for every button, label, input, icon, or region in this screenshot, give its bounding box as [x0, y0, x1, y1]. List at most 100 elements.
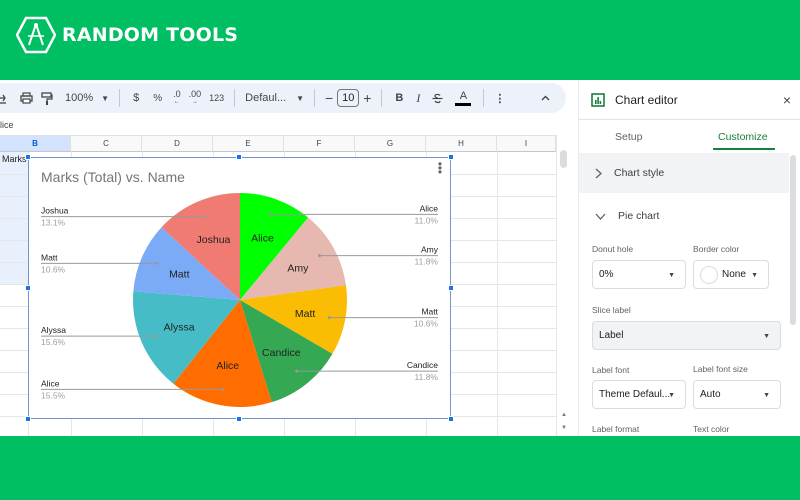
border-color-label: Border color: [693, 244, 740, 254]
scroll-down-arrow[interactable]: ▼: [557, 422, 571, 434]
text-color-button[interactable]: A: [449, 86, 477, 110]
increase-font-size-button[interactable]: +: [359, 86, 375, 110]
label-font-select[interactable]: Theme Defaul... ▼: [592, 380, 686, 409]
scrollbar-thumb[interactable]: [560, 150, 567, 168]
arrow-left-icon: ←: [173, 99, 180, 105]
decrease-decimal-label: .0: [173, 89, 181, 99]
chart-editor-header: Chart editor ×: [579, 80, 800, 120]
caret-down-icon: ▼: [296, 93, 305, 103]
arrow-right-icon: →: [191, 99, 198, 105]
caret-down-icon: ▼: [668, 392, 675, 399]
import-button[interactable]: [0, 86, 10, 110]
strikethrough-button[interactable]: [426, 86, 449, 110]
donut-hole-select[interactable]: 0% ▼: [592, 260, 686, 289]
legend-percent: 15.5%: [41, 390, 66, 400]
number-format-button[interactable]: 123: [205, 86, 228, 110]
slice-label: Alyssa: [164, 321, 195, 333]
editor-scrollbar[interactable]: [790, 155, 796, 325]
caret-down-icon: ▼: [763, 392, 770, 399]
increase-decimal-button[interactable]: .00 →: [185, 86, 206, 110]
print-button[interactable]: [16, 86, 37, 110]
label-font-size-select[interactable]: Auto ▼: [693, 380, 781, 409]
leader-dot: [269, 212, 273, 216]
currency-button[interactable]: $: [126, 86, 146, 110]
close-icon[interactable]: ×: [783, 92, 791, 108]
active-tab-indicator: [713, 148, 775, 150]
percent-button[interactable]: %: [146, 86, 169, 110]
donut-hole-value: 0%: [599, 269, 614, 280]
formula-bar[interactable]: lice: [0, 116, 566, 134]
font-size-input[interactable]: 10: [337, 89, 360, 107]
legend-name: Candice: [407, 360, 438, 370]
chevron-right-icon: [595, 168, 602, 178]
decrease-decimal-button[interactable]: .0 ←: [169, 86, 185, 110]
cell-b1[interactable]: Marks: [2, 154, 27, 164]
slice-label: Matt: [169, 268, 190, 280]
legend-percent: 10.6%: [414, 319, 439, 329]
slice-label-label: Slice label: [592, 305, 631, 315]
zoom-select[interactable]: 100% ▼: [61, 86, 113, 110]
scroll-up-arrow[interactable]: ▲: [557, 409, 571, 421]
column-header-f[interactable]: F: [284, 135, 355, 152]
pie-chart-canvas: Alice Amy Matt Candice Alice Alyssa Matt Joshua…: [41, 193, 439, 407]
legend-name: Alyssa: [41, 325, 66, 335]
tab-customize[interactable]: Customize: [718, 131, 768, 143]
leader-dot: [155, 334, 159, 338]
column-header-g[interactable]: G: [355, 135, 426, 152]
legend-percent: 10.6%: [41, 264, 66, 274]
column-header-i[interactable]: I: [497, 135, 556, 152]
divider: [234, 89, 236, 107]
decrease-font-size-button[interactable]: −: [321, 86, 337, 110]
column-header-c[interactable]: C: [71, 135, 142, 152]
section-pie-chart: Pie chart Donut hole 0% ▼ Border color N…: [581, 196, 789, 436]
collapse-toolbar-button[interactable]: [537, 86, 554, 110]
chart-icon: [591, 92, 605, 107]
leader-dot: [317, 254, 321, 258]
tab-setup[interactable]: Setup: [615, 131, 642, 143]
section-chart-style[interactable]: Chart style: [579, 153, 789, 193]
paint-format-button[interactable]: [37, 86, 57, 110]
text-color-label: A: [459, 89, 468, 102]
pie-chart-label: Pie chart: [618, 210, 660, 222]
label-font-size-label: Label font size: [693, 364, 748, 374]
column-header-e[interactable]: E: [213, 135, 284, 152]
label-font-label: Label font: [592, 365, 630, 375]
leader-dot: [202, 215, 206, 219]
resize-handle-tc[interactable]: [236, 154, 242, 160]
leader-dot: [155, 261, 159, 265]
slice-label: Alice: [216, 360, 239, 372]
resize-handle-tr[interactable]: [448, 154, 454, 160]
slice-label-select[interactable]: Label ▼: [592, 321, 781, 350]
border-color-select[interactable]: None ▼: [693, 260, 769, 289]
brand-header: RANDOM TOOLS: [16, 16, 238, 54]
resize-handle-mr[interactable]: [448, 285, 454, 291]
paint-roller-icon: [41, 91, 53, 105]
pie-chart[interactable]: Marks (Total) vs. Name • • • Alice Amy Matt C…: [25, 154, 454, 422]
resize-handle-br[interactable]: [448, 416, 454, 422]
legend-percent: 11.8%: [415, 257, 439, 267]
bold-button[interactable]: B: [388, 86, 410, 110]
border-color-value: None: [722, 269, 746, 280]
more-options-button[interactable]: ⋮: [490, 86, 509, 110]
legend-percent: 11.0%: [415, 215, 439, 225]
resize-handle-tl[interactable]: [25, 154, 31, 160]
color-swatch: [700, 265, 718, 284]
font-select[interactable]: Defaul... ▼: [241, 86, 308, 110]
resize-handle-bc[interactable]: [236, 416, 242, 422]
app-window: 100% ▼ $ % .0 ← .00 → 123 Defaul... ▼ − …: [0, 80, 800, 436]
column-header-d[interactable]: D: [142, 135, 213, 152]
toolbar: 100% ▼ $ % .0 ← .00 → 123 Defaul... ▼ − …: [0, 83, 566, 113]
slice-label: Alice: [251, 233, 274, 245]
column-header-h[interactable]: H: [426, 135, 497, 152]
pie-chart-section-header[interactable]: Pie chart: [595, 210, 659, 222]
slice-label-value: Label: [599, 330, 624, 341]
chevron-up-icon: [541, 95, 550, 101]
vertical-scrollbar[interactable]: ▲ ▼: [556, 135, 570, 436]
increase-decimal-label: .00: [188, 89, 202, 99]
resize-handle-ml[interactable]: [25, 285, 31, 291]
column-header-b[interactable]: B: [0, 135, 71, 152]
resize-handle-bl[interactable]: [25, 416, 31, 422]
legend-name: Alice: [420, 203, 439, 213]
legend-name: Matt: [421, 307, 438, 317]
italic-button[interactable]: I: [410, 86, 426, 110]
